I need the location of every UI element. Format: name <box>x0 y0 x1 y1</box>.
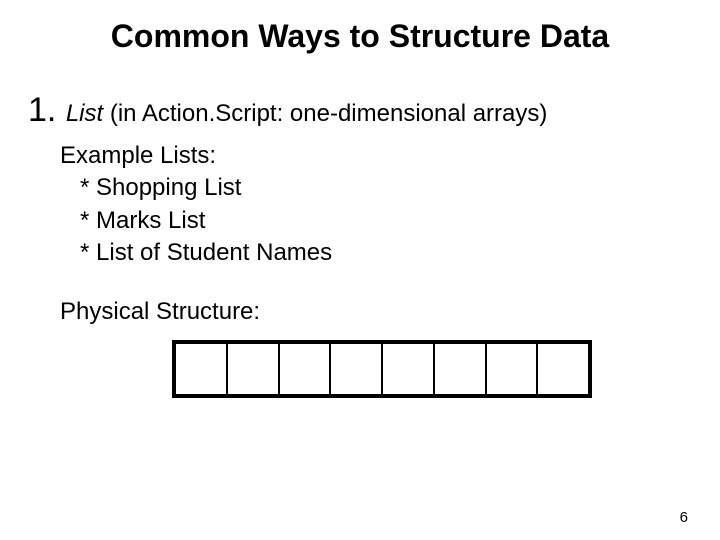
array-cell <box>280 344 332 394</box>
example-bullets: * Shopping List * Marks List * List of S… <box>80 172 688 269</box>
list-item-heading: 1. List (in Action.Script: one-dimension… <box>28 91 688 130</box>
page-number: 6 <box>680 509 688 526</box>
bullet-item: * Marks List <box>80 205 688 237</box>
array-cell <box>228 344 280 394</box>
array-cell <box>383 344 435 394</box>
array-cell <box>176 344 228 394</box>
bullet-item: * Shopping List <box>80 172 688 204</box>
array-cell <box>487 344 539 394</box>
array-diagram <box>172 340 592 398</box>
array-cell <box>435 344 487 394</box>
item-term: List <box>66 100 103 127</box>
slide: Common Ways to Structure Data 1. List (i… <box>0 0 720 398</box>
array-cell <box>331 344 383 394</box>
slide-title: Common Ways to Structure Data <box>32 18 688 55</box>
physical-structure-label: Physical Structure: <box>60 298 688 326</box>
item-description: (in Action.Script: one-dimensional array… <box>110 100 548 127</box>
item-number: 1. <box>28 91 66 129</box>
bullet-item: * List of Student Names <box>80 237 688 269</box>
array-cell <box>538 344 588 394</box>
example-label: Example Lists: <box>60 140 688 172</box>
